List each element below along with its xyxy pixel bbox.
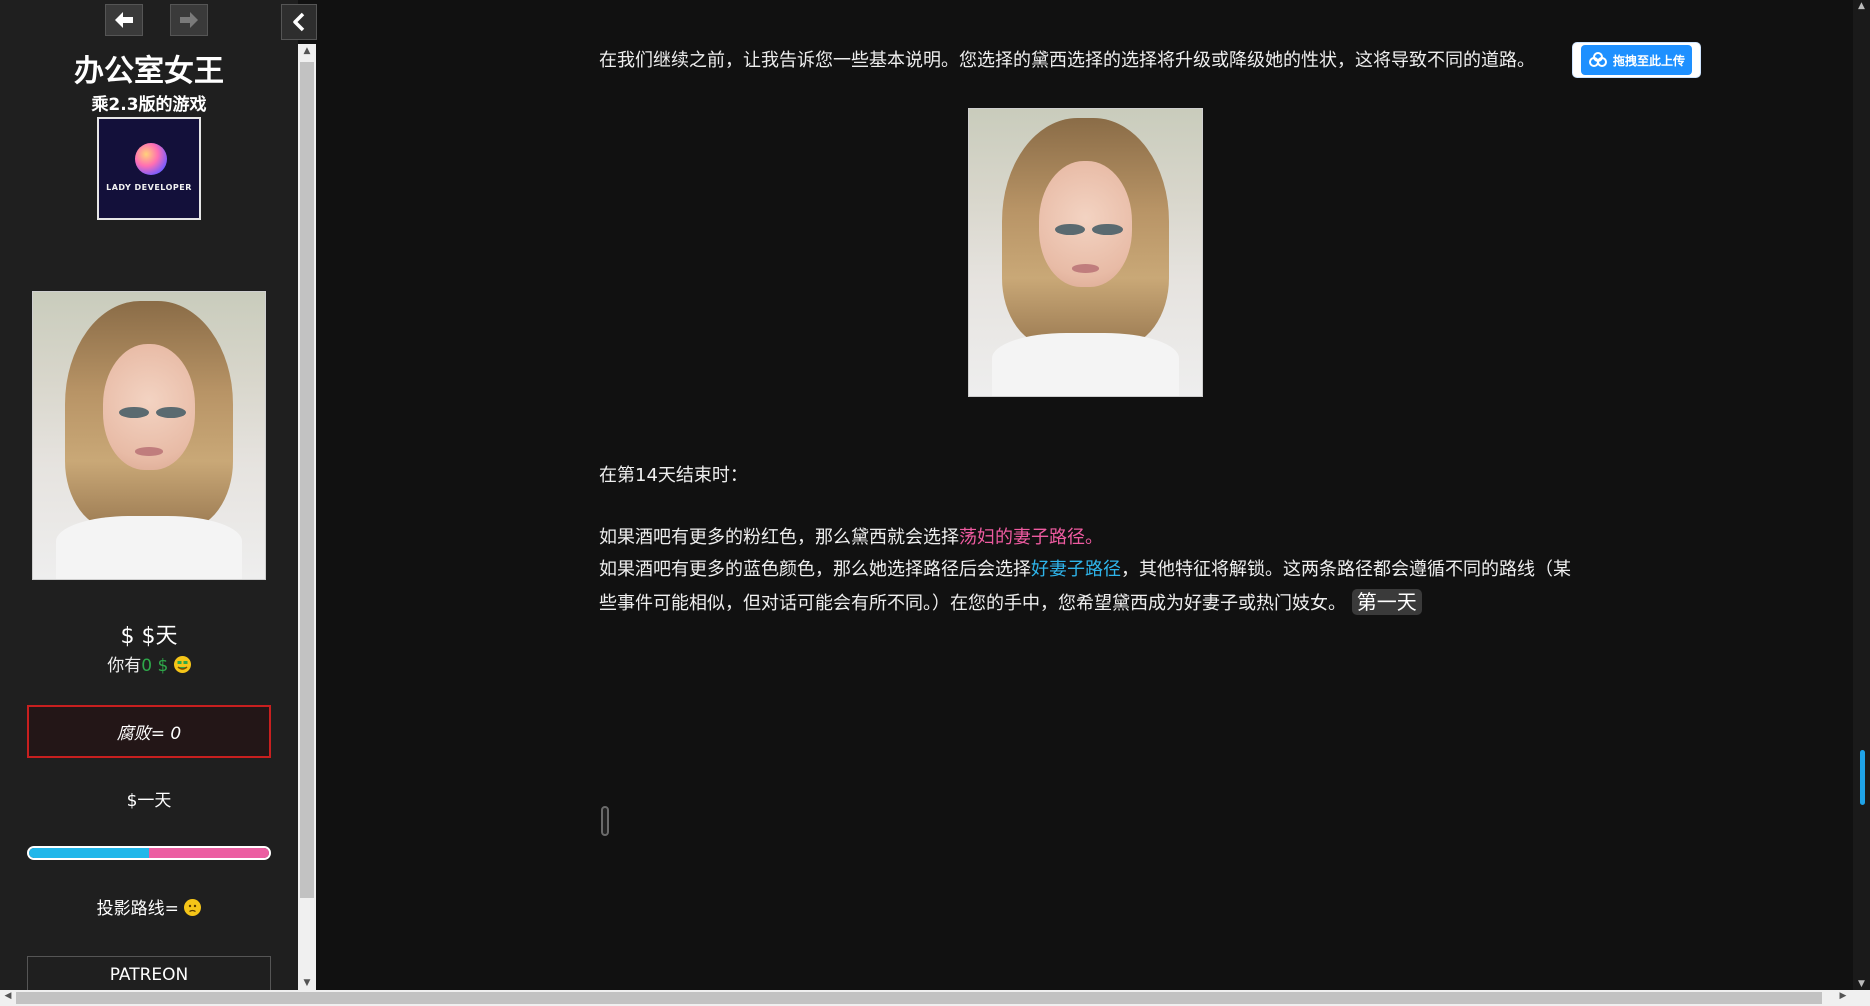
money-display: 你有0 $: [0, 651, 298, 676]
day-counter: $ $天: [120, 624, 178, 649]
drag-upload-button[interactable]: 拖拽至此上传: [1572, 42, 1701, 78]
pink-path-prefix: 如果酒吧有更多的粉红色，那么黛西就会选择: [599, 527, 959, 548]
corruption-stat-box: 腐败= 0: [27, 705, 271, 758]
next-day-link[interactable]: 第一天: [1351, 589, 1422, 615]
blue-path-line: 如果酒吧有更多的蓝色颜色，那么她选择路径后会选择好妻子路径，其他特征将解锁。这两…: [599, 554, 1579, 620]
intro-paragraph: 在我们继续之前，让我告诉您一些基本说明。您选择的黛西选择的选择将升级或降级她的性…: [599, 50, 1535, 71]
history-forward-button[interactable]: [170, 4, 208, 36]
passage-text: 在第14天结束时： 如果酒吧有更多的粉红色，那么黛西就会选择荡妇的妻子路径。 如…: [599, 460, 1579, 620]
corruption-label: 腐败= 0: [116, 724, 182, 744]
passage-portrait: [968, 108, 1203, 397]
developer-logo-text: LADY DEVELOPER: [106, 183, 192, 192]
page-scroll-thumb[interactable]: [1860, 750, 1865, 805]
cloud-upload-icon: [1588, 52, 1607, 67]
history-back-button[interactable]: [105, 4, 143, 36]
heart-logo-icon: [135, 143, 167, 175]
story-subtitle: 乘2.3版的游戏: [91, 95, 207, 115]
developer-logo: LADY DEVELOPER: [97, 117, 201, 220]
upload-button-label: 拖拽至此上传: [1612, 53, 1685, 68]
sidebar-toggle-button[interactable]: [281, 4, 317, 40]
page-hscroll-thumb[interactable]: [16, 992, 1822, 1004]
sidebar: 办公室女王 乘2.3版的游戏 LADY DEVELOPER $ $天 你有0 $…: [0, 0, 298, 990]
good-wife-path-link[interactable]: 好妻子路径: [1031, 559, 1121, 580]
character-portrait: [32, 291, 266, 580]
story-title: 办公室女王: [74, 54, 224, 89]
personality-balance-bar: [27, 846, 271, 860]
chevron-left-icon: [293, 12, 305, 32]
page-horizontal-scrollbar[interactable]: ◀ ▶: [0, 990, 1870, 1006]
pink-path-line: 如果酒吧有更多的粉红色，那么黛西就会选择荡妇的妻子路径。: [599, 522, 1579, 554]
arrow-left-icon: [115, 12, 133, 28]
sidebar-scrollbar[interactable]: ▲ ▼: [298, 44, 316, 990]
page-vertical-scrollbar[interactable]: ▲ ▼: [1853, 0, 1870, 990]
projected-path-label: 投影路线=: [96, 899, 179, 919]
money-face-emoji: [173, 656, 191, 673]
blue-path-prefix: 如果酒吧有更多的蓝色颜色，那么她选择路径后会选择: [599, 559, 1031, 580]
slut-wife-bar-fill: [149, 848, 269, 858]
day14-heading: 在第14天结束时：: [599, 465, 748, 486]
projected-path: 投影路线=: [0, 894, 298, 919]
arrow-right-icon: [180, 12, 198, 28]
patreon-button[interactable]: PATREON: [27, 956, 271, 990]
sidebar-scroll-thumb[interactable]: [300, 62, 314, 898]
text-input-caret[interactable]: [601, 806, 609, 836]
money-amount: 0 $: [141, 656, 169, 676]
day-label: $一天: [126, 791, 172, 811]
money-prefix: 你有: [107, 656, 142, 676]
good-wife-bar-fill: [29, 848, 149, 858]
slut-wife-path-link[interactable]: 荡妇的妻子路径。: [959, 527, 1103, 548]
confused-face-emoji: [184, 899, 202, 916]
